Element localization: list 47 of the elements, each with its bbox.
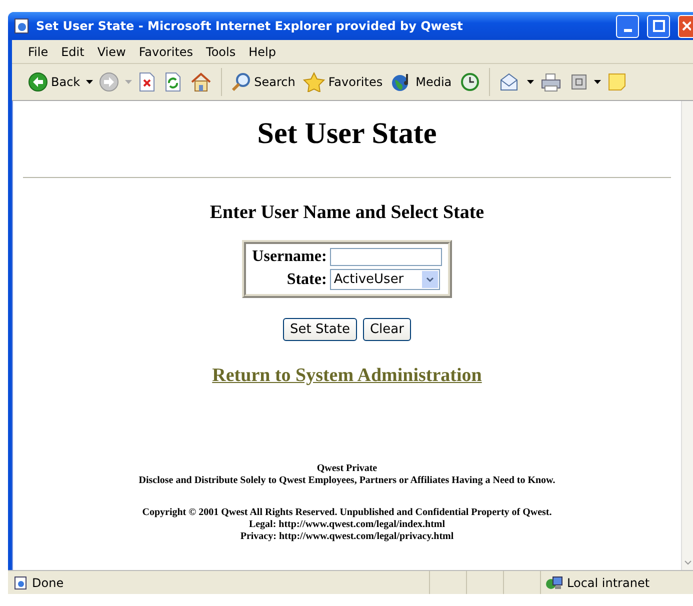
window-title: Set User State - Microsoft Internet Explorer provided by Qwest bbox=[36, 19, 464, 33]
username-field[interactable] bbox=[330, 248, 442, 266]
menu-item[interactable]: File bbox=[22, 44, 56, 58]
state-label: State: bbox=[286, 270, 327, 288]
page-heading: Set User State bbox=[256, 117, 438, 151]
copyright-text: Privacy: http://www.qwest.com/legal/privacy.html bbox=[239, 531, 455, 543]
star-icon bbox=[303, 72, 326, 92]
maximize-button[interactable] bbox=[647, 14, 670, 38]
menu-item[interactable]: View bbox=[91, 44, 133, 58]
copyright-text: Copyright © 2001 Qwest All Rights Reserved. Unpublished and Confidential Property of Qwest. bbox=[141, 507, 553, 519]
chevron-down-icon bbox=[426, 276, 434, 282]
status-text: Done bbox=[32, 576, 64, 590]
printer-icon bbox=[540, 72, 562, 92]
form-button[interactable]: Set State bbox=[283, 318, 357, 341]
close-icon bbox=[681, 20, 691, 32]
username-label: Username: bbox=[252, 248, 327, 266]
network-icon bbox=[545, 574, 563, 590]
zone-text: Local intranet bbox=[567, 576, 650, 590]
form-heading: Enter User Name and Select State bbox=[208, 202, 486, 224]
browser-icon bbox=[14, 18, 30, 34]
favorites-button[interactable]: Favorites bbox=[301, 70, 385, 94]
clock-icon bbox=[460, 72, 480, 92]
menu-item[interactable]: Help bbox=[242, 44, 283, 58]
back-button[interactable]: Back bbox=[26, 70, 82, 94]
menu-item[interactable]: Edit bbox=[55, 44, 92, 58]
home-icon bbox=[190, 72, 212, 92]
search-button[interactable]: Search bbox=[229, 70, 298, 94]
menu-item[interactable]: Tools bbox=[200, 44, 243, 58]
search-icon bbox=[231, 72, 252, 92]
dropdown-arrow-icon[interactable] bbox=[594, 80, 601, 84]
note-icon bbox=[606, 72, 627, 92]
copyright-text: Legal: http://www.qwest.com/legal/index.html bbox=[248, 519, 446, 531]
minimize-button[interactable] bbox=[616, 14, 639, 38]
footer-text: Qwest Private bbox=[316, 463, 378, 475]
return-link[interactable]: Return to System Administration bbox=[212, 365, 482, 386]
maximize-icon bbox=[652, 20, 664, 32]
close-button[interactable] bbox=[678, 14, 693, 38]
media-button[interactable]: Media bbox=[388, 70, 454, 94]
state-dropdown[interactable]: ActiveUser bbox=[330, 269, 440, 290]
menu-item[interactable]: Favorites bbox=[132, 44, 200, 58]
refresh-icon bbox=[164, 72, 182, 92]
minimize-icon bbox=[624, 28, 632, 32]
footer-text: Disclose and Distribute Solely to Qwest Employees, Partners or Affiliates Having a Need to Know. bbox=[138, 475, 556, 487]
form-button[interactable]: Clear bbox=[362, 318, 411, 341]
stop-icon bbox=[138, 72, 156, 92]
dropdown-arrow-icon[interactable] bbox=[526, 80, 534, 84]
dropdown-arrow-icon[interactable] bbox=[86, 80, 94, 84]
